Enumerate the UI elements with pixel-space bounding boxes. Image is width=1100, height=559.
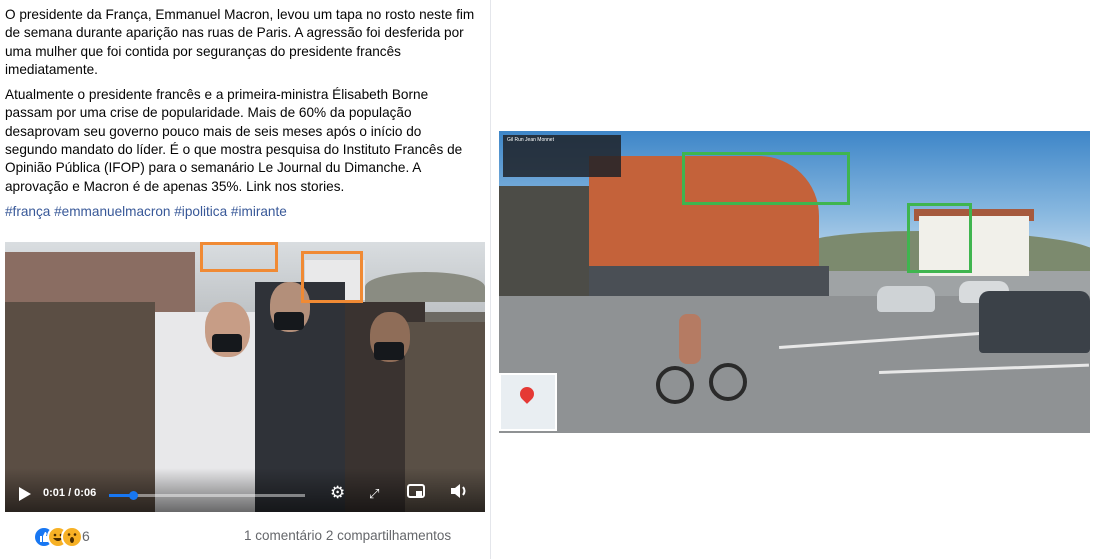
- bicycle-wheel: [709, 363, 747, 401]
- post-hashtags[interactable]: #frança #emmanuelmacron #ipolitica #imir…: [5, 203, 475, 221]
- face-mask: [274, 312, 304, 330]
- street-view-image: Gil Run Jean Monnet: [499, 131, 1090, 433]
- post-paragraph-1: O presidente da França, Emmanuel Macron,…: [5, 7, 475, 77]
- video-controls: 0:01 / 0:06 ⚙ ⤢: [5, 468, 485, 512]
- volume-icon[interactable]: [449, 483, 469, 504]
- street-view-info-card: Gil Run Jean Monnet: [503, 135, 621, 177]
- bicycle-wheel: [656, 366, 694, 404]
- fullscreen-icon[interactable]: ⤢: [369, 486, 379, 502]
- face-mask: [212, 334, 242, 352]
- street-cyclist: [679, 314, 701, 364]
- video-player[interactable]: 0:01 / 0:06 ⚙ ⤢: [5, 242, 485, 512]
- settings-gear-icon[interactable]: ⚙: [330, 483, 345, 503]
- picture-in-picture-icon[interactable]: [407, 483, 425, 503]
- comment-count[interactable]: 1 comentário: [244, 528, 322, 543]
- wow-icon: [61, 526, 83, 548]
- map-pin-icon: [517, 384, 537, 404]
- share-count[interactable]: 2 compartilhamentos: [326, 528, 451, 543]
- video-time: 0:01 / 0:06: [43, 487, 97, 499]
- orange-highlight-box-building: [200, 242, 278, 272]
- mini-map[interactable]: [499, 373, 557, 431]
- reaction-count[interactable]: 6: [82, 528, 90, 544]
- street-view-title: Gil Run Jean Monnet: [507, 137, 554, 143]
- video-progress-thumb[interactable]: [128, 491, 138, 500]
- video-progress-track[interactable]: [109, 491, 305, 500]
- post-stats: 1 comentário 2 compartilhamentos: [244, 528, 451, 543]
- parked-car-dark: [979, 291, 1090, 353]
- post-text: O presidente da França, Emmanuel Macron,…: [5, 6, 475, 228]
- green-highlight-box-house: [907, 203, 972, 273]
- video-background-hill: [365, 272, 485, 302]
- orange-highlight-box-house: [301, 251, 363, 303]
- play-icon[interactable]: [19, 487, 31, 501]
- facebook-post: O presidente da França, Emmanuel Macron,…: [0, 0, 491, 559]
- face-mask: [374, 342, 404, 360]
- street-left-building: [499, 186, 594, 306]
- parked-car: [877, 286, 935, 312]
- post-paragraph-2: Atualmente o presidente francês e a prim…: [5, 87, 463, 194]
- green-highlight-box-building: [682, 152, 850, 205]
